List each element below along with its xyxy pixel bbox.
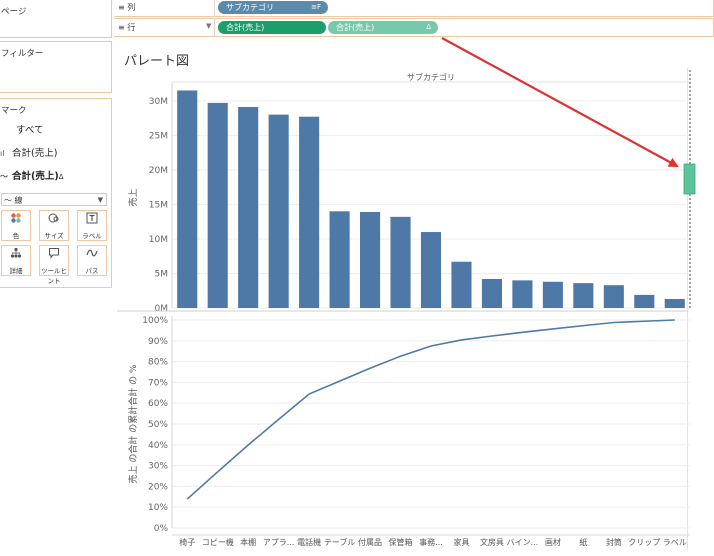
bar-y-tick-label: 20M bbox=[149, 166, 168, 176]
bar[interactable] bbox=[603, 285, 624, 308]
column-header: サブカテゴリ bbox=[407, 72, 455, 82]
bar[interactable] bbox=[329, 211, 350, 308]
line-y-tick-label: 20% bbox=[148, 482, 168, 492]
line-y-tick-label: 10% bbox=[148, 503, 168, 513]
bar[interactable] bbox=[481, 278, 502, 308]
bar[interactable] bbox=[268, 114, 289, 308]
bar[interactable] bbox=[390, 216, 411, 308]
bar[interactable] bbox=[207, 102, 228, 309]
annotation-arrow bbox=[441, 37, 679, 167]
bar[interactable] bbox=[238, 107, 259, 308]
x-tick-label: バイン... bbox=[507, 538, 539, 547]
line-y-tick-label: 100% bbox=[142, 316, 168, 326]
line-y-tick-label: 60% bbox=[148, 399, 168, 409]
bar-y-tick-label: 25M bbox=[149, 131, 168, 141]
x-tick-label: 事務... bbox=[419, 537, 443, 547]
bar-y-tick-label: 0M bbox=[155, 304, 169, 314]
line-y-tick-label: 90% bbox=[148, 337, 168, 347]
axis-drop-zone[interactable] bbox=[683, 163, 696, 195]
line-y-tick-label: 40% bbox=[148, 441, 168, 451]
x-tick-label: 保管箱 bbox=[389, 537, 413, 547]
bar-y-axis-label: 売上 bbox=[127, 188, 139, 206]
bar-y-tick-label: 15M bbox=[149, 200, 168, 210]
line-y-axis-label: 売上 の合計 の累計合計 の % bbox=[127, 364, 139, 483]
bar-y-tick-label: 10M bbox=[149, 235, 168, 245]
line-y-tick-label: 70% bbox=[148, 378, 168, 388]
bar[interactable] bbox=[420, 232, 442, 308]
x-tick-label: ラベル bbox=[663, 538, 687, 547]
line-y-tick-label: 50% bbox=[148, 420, 168, 430]
bar[interactable] bbox=[360, 212, 381, 308]
x-tick-label: クリップ bbox=[628, 538, 660, 547]
x-tick-label: 紙 bbox=[579, 537, 587, 547]
x-tick-label: コピー機 bbox=[202, 537, 234, 547]
bar-y-tick-label: 30M bbox=[149, 97, 168, 107]
x-tick-label: 付属品 bbox=[358, 537, 382, 547]
x-tick-label: 椅子 bbox=[179, 537, 195, 547]
bar[interactable] bbox=[664, 299, 685, 308]
x-tick-label: アプラ... bbox=[263, 538, 295, 547]
x-tick-label: 本棚 bbox=[240, 537, 256, 547]
bar-y-tick-label: 5M bbox=[155, 269, 169, 279]
x-tick-label: 電話機 bbox=[297, 537, 321, 547]
bar[interactable] bbox=[451, 261, 472, 308]
line-y-tick-label: 0% bbox=[154, 524, 169, 534]
bar[interactable] bbox=[177, 90, 198, 308]
line-y-tick-label: 30% bbox=[148, 462, 168, 472]
bar[interactable] bbox=[542, 281, 563, 308]
bar[interactable] bbox=[299, 116, 320, 309]
line-y-tick-label: 80% bbox=[148, 358, 168, 368]
bar[interactable] bbox=[634, 294, 655, 308]
x-tick-label: テーブル bbox=[324, 537, 356, 547]
x-tick-label: 文房具 bbox=[480, 537, 504, 547]
bar[interactable] bbox=[512, 280, 533, 308]
bar[interactable] bbox=[573, 283, 594, 308]
pareto-chart: サブカテゴリ 0M 5M 10M 15M 20M 25M 30M 売上 0% 10% 20% 30% 40… bbox=[117, 37, 696, 547]
x-tick-label: 家具 bbox=[453, 537, 469, 547]
x-tick-label: 封筒 bbox=[606, 537, 622, 547]
x-tick-label: 画材 bbox=[545, 537, 561, 547]
cumulative-percent-line[interactable] bbox=[186, 319, 675, 500]
